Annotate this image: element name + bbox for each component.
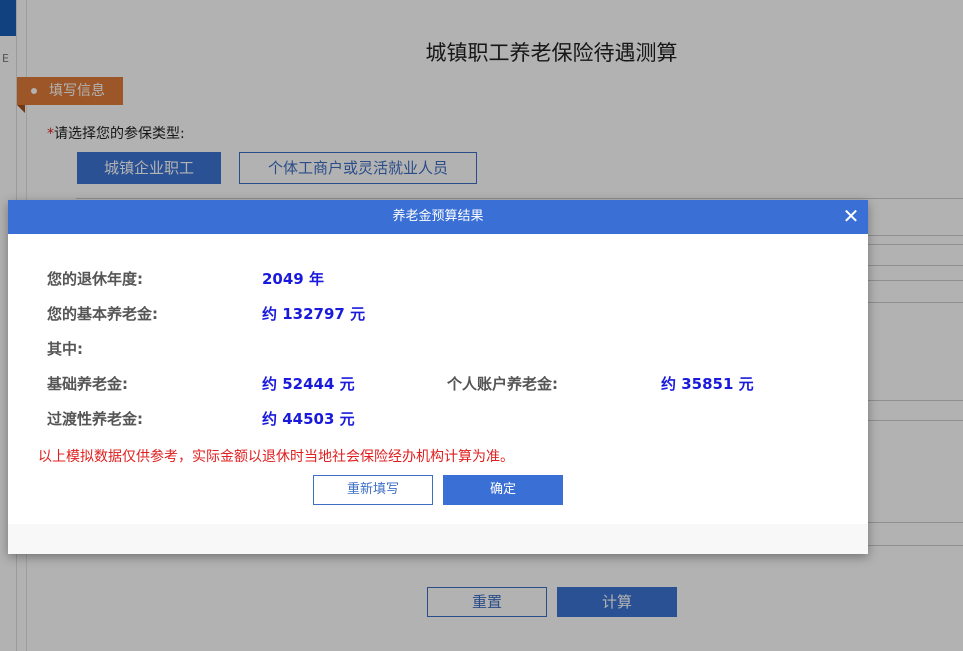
base-pension-label: 基础养老金: [47,375,128,393]
of-which-label: 其中: [47,340,83,358]
refill-button[interactable]: 重新填写 [313,475,433,505]
basic-pension-label: 您的基本养老金: [47,305,158,323]
personal-account-pension-value: 约 35851 元 [661,375,754,393]
dialog-header: 养老金预算结果 [8,200,868,234]
transition-pension-value: 约 44503 元 [262,410,355,428]
disclaimer-text: 以上模拟数据仅供参考，实际金额以退休时当地社会保险经办机构计算为准。 [38,449,514,465]
retire-year-value: 2049 年 [262,270,324,288]
personal-account-pension-label: 个人账户养老金: [447,375,558,393]
pension-result-dialog: 养老金预算结果 ✕ 您的退休年度: 2049 年 您的基本养老金: 约 1327… [8,200,868,554]
confirm-button[interactable]: 确定 [443,475,563,505]
close-icon[interactable]: ✕ [840,205,862,227]
base-pension-value: 约 52444 元 [262,375,355,393]
dialog-footer [8,524,868,554]
retire-year-label: 您的退休年度: [47,270,143,288]
dialog-title: 养老金预算结果 [392,209,484,224]
basic-pension-value: 约 132797 元 [262,305,366,323]
transition-pension-label: 过渡性养老金: [47,410,143,428]
